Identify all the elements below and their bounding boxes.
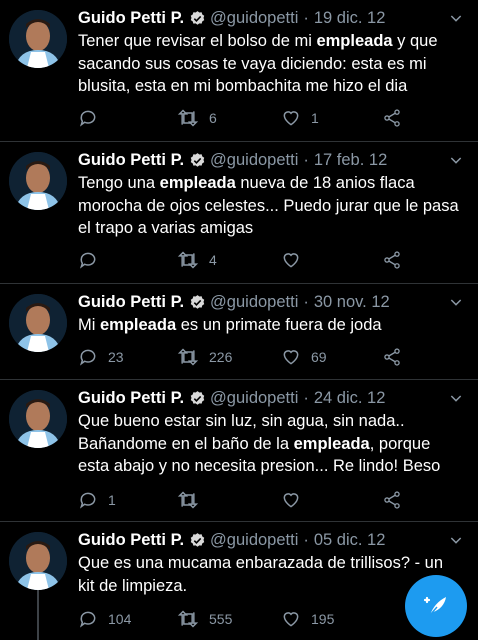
avatar[interactable]: [9, 152, 67, 210]
like-button[interactable]: [281, 490, 311, 510]
avatar[interactable]: [9, 532, 67, 590]
tweet-date[interactable]: 24 dic. 12: [314, 388, 386, 408]
author-name[interactable]: Guido Petti P.: [78, 388, 184, 408]
share-button[interactable]: [382, 347, 402, 367]
tweet-text: Tengo una empleada nueva de 18 anios fla…: [78, 174, 459, 237]
verified-badge-icon: [189, 152, 206, 169]
share-nodes-icon: [384, 491, 400, 509]
author-name[interactable]: Guido Petti P.: [78, 8, 184, 28]
retweet-button[interactable]: 555: [177, 609, 232, 629]
like-button[interactable]: 195: [281, 609, 334, 629]
tweet[interactable]: Guido Petti P. @guidopetti · 24 dic. 12 …: [0, 380, 478, 522]
author-handle[interactable]: @guidopetti: [210, 292, 298, 312]
speech-bubble-icon: [79, 349, 96, 366]
compose-feather-plus-icon: [423, 596, 446, 616]
heart-outline-icon: [283, 350, 299, 365]
tweet-text: Que es una mucama enbarazada de trilliso…: [78, 554, 444, 595]
tweet[interactable]: Guido Petti P. @guidopetti · 19 dic. 12 …: [0, 0, 478, 142]
like-count: 195: [311, 611, 335, 627]
like-button[interactable]: 1: [281, 108, 319, 128]
retweet-button[interactable]: [177, 490, 209, 510]
share-button[interactable]: [382, 108, 402, 128]
retweet-count: 6: [209, 110, 217, 126]
like-count: 1: [311, 110, 319, 126]
avatar[interactable]: [9, 390, 67, 448]
retweet-button[interactable]: 6: [177, 108, 217, 128]
thread-line: [37, 590, 39, 640]
share-button[interactable]: [382, 250, 402, 270]
reply-button[interactable]: 23: [78, 347, 124, 367]
retweet-count: 555: [209, 611, 233, 627]
retweet-count: 226: [209, 349, 233, 365]
heart-outline-icon: [283, 253, 299, 268]
chevron-down-icon[interactable]: [448, 294, 464, 315]
separator-dot: ·: [303, 389, 309, 407]
tweet[interactable]: Guido Petti P. @guidopetti · 17 feb. 12 …: [0, 142, 478, 284]
separator-dot: ·: [303, 293, 309, 311]
verified-badge-icon: [189, 10, 206, 27]
separator-dot: ·: [303, 9, 309, 27]
chevron-down-icon[interactable]: [448, 10, 464, 31]
retweet-arrows-icon: [177, 251, 199, 269]
like-count: 69: [311, 349, 327, 365]
share-button[interactable]: [382, 490, 402, 510]
chevron-down-icon[interactable]: [448, 532, 464, 553]
tweet-text: Que bueno estar sin luz, sin agua, sin n…: [78, 412, 441, 475]
reply-button[interactable]: 104: [78, 609, 131, 629]
tweet-date[interactable]: 05 dic. 12: [314, 530, 386, 550]
retweet-arrows-icon: [177, 610, 199, 628]
retweet-button[interactable]: 4: [177, 250, 217, 270]
verified-badge-icon: [189, 390, 206, 407]
author-handle[interactable]: @guidopetti: [210, 8, 298, 28]
author-name[interactable]: Guido Petti P.: [78, 150, 184, 170]
tweet[interactable]: Guido Petti P. @guidopetti · 30 nov. 12 …: [0, 284, 478, 380]
reply-button[interactable]: [78, 108, 108, 128]
speech-bubble-icon: [79, 611, 96, 628]
share-nodes-icon: [384, 348, 400, 366]
chevron-down-icon[interactable]: [448, 390, 464, 411]
retweet-button[interactable]: 226: [177, 347, 232, 367]
heart-outline-icon: [283, 612, 299, 627]
heart-outline-icon: [283, 493, 299, 508]
reply-button[interactable]: [78, 250, 108, 270]
retweet-arrows-icon: [177, 109, 199, 127]
retweet-arrows-icon: [177, 491, 199, 509]
separator-dot: ·: [303, 531, 309, 549]
tweet-date[interactable]: 19 dic. 12: [314, 8, 386, 28]
speech-bubble-icon: [79, 110, 96, 127]
speech-bubble-icon: [79, 492, 96, 509]
compose-tweet-button[interactable]: [405, 575, 467, 637]
tweet-text: Mi empleada es un primate fuera de joda: [78, 316, 382, 334]
retweet-count: 4: [209, 252, 217, 268]
tweet-date[interactable]: 17 feb. 12: [314, 150, 387, 170]
author-name[interactable]: Guido Petti P.: [78, 292, 184, 312]
like-button[interactable]: 69: [281, 347, 327, 367]
tweet[interactable]: Guido Petti P. @guidopetti · 05 dic. 12 …: [0, 522, 478, 640]
reply-count: 1: [108, 492, 116, 508]
verified-badge-icon: [189, 294, 206, 311]
reply-button[interactable]: 1: [78, 490, 116, 510]
retweet-arrows-icon: [177, 348, 199, 366]
share-nodes-icon: [384, 109, 400, 127]
share-nodes-icon: [384, 251, 400, 269]
author-handle[interactable]: @guidopetti: [210, 388, 298, 408]
author-handle[interactable]: @guidopetti: [210, 150, 298, 170]
avatar[interactable]: [9, 294, 67, 352]
separator-dot: ·: [303, 151, 309, 169]
reply-count: 104: [108, 611, 132, 627]
verified-badge-icon: [189, 532, 206, 549]
tweet-date[interactable]: 30 nov. 12: [314, 292, 390, 312]
reply-count: 23: [108, 349, 124, 365]
tweet-text: Tener que revisar el bolso de mi emplead…: [78, 32, 438, 95]
author-handle[interactable]: @guidopetti: [210, 530, 298, 550]
author-name[interactable]: Guido Petti P.: [78, 530, 184, 550]
avatar[interactable]: [9, 10, 67, 68]
chevron-down-icon[interactable]: [448, 152, 464, 173]
heart-outline-icon: [283, 111, 299, 126]
speech-bubble-icon: [79, 252, 96, 269]
like-button[interactable]: [281, 250, 311, 270]
